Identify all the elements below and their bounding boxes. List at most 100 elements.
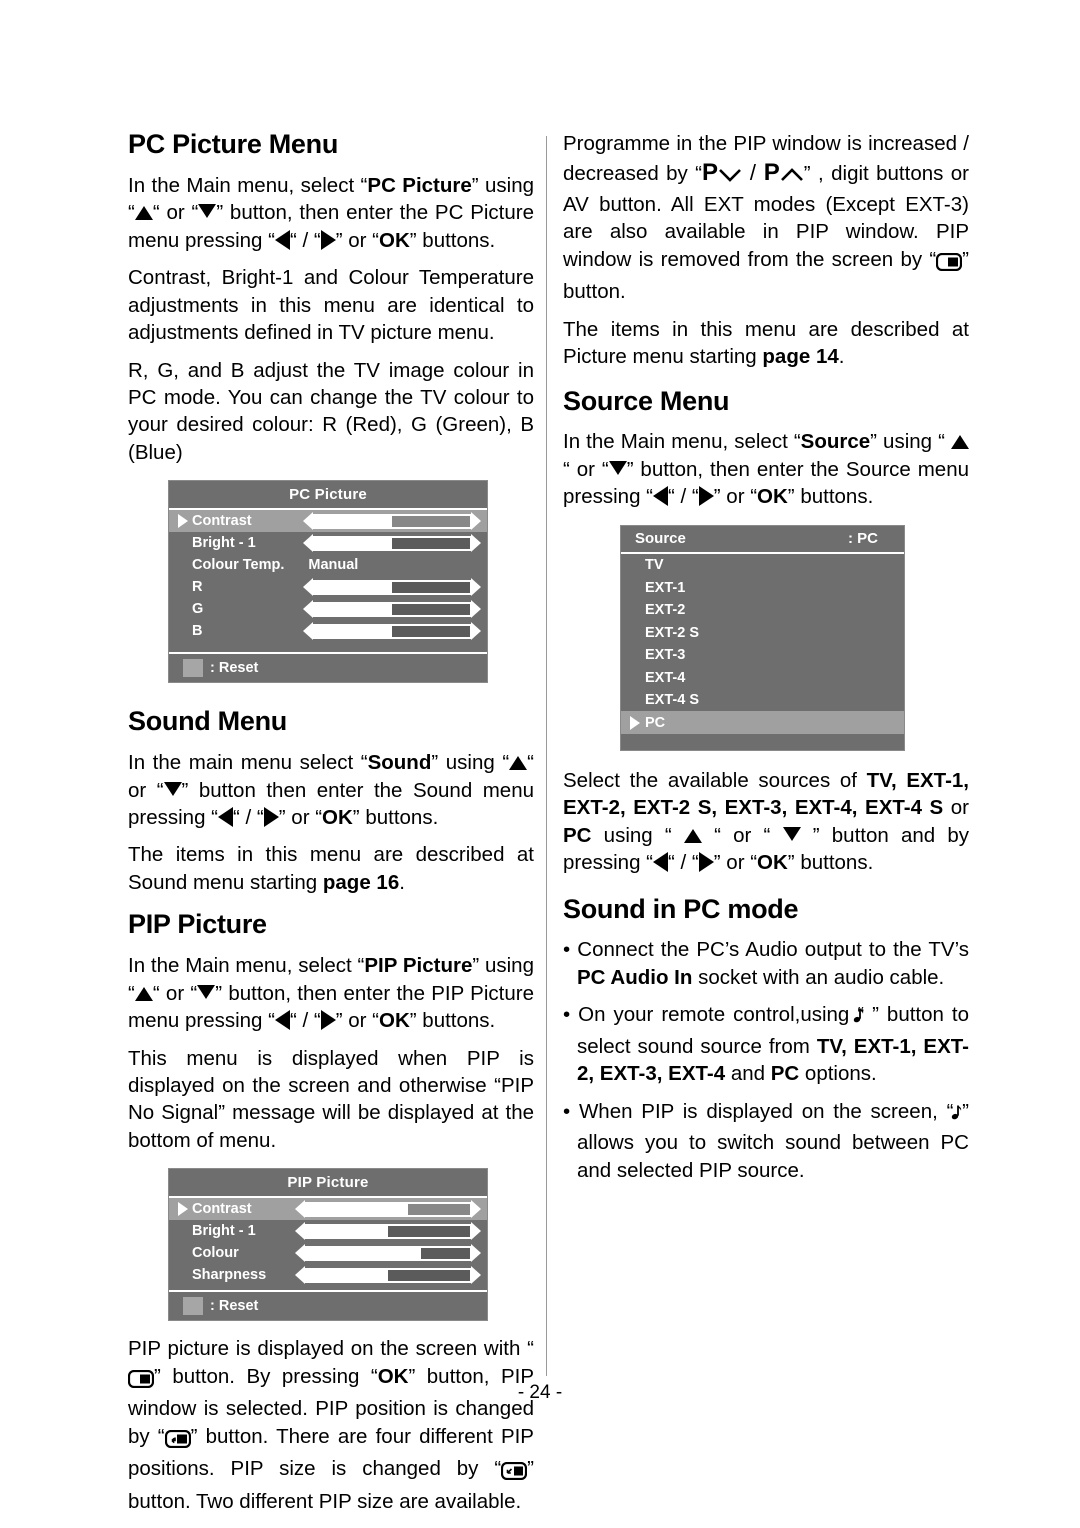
source-item-ext-2[interactable]: EXT-2: [621, 599, 904, 622]
pip-window-paragraph: Programme in the PIP window is increased…: [563, 132, 969, 304]
sound-pc-bullet-3: • When PIP is displayed on the screen, “…: [563, 1099, 969, 1182]
slider-increase-icon[interactable]: [471, 534, 481, 553]
down-arrow-icon: [197, 984, 216, 999]
right-arrow-icon: [320, 1010, 336, 1031]
slider-bright1[interactable]: [303, 534, 481, 553]
slider-increase-icon[interactable]: [471, 1222, 481, 1241]
slider-increase-icon[interactable]: [471, 1244, 481, 1263]
osd-footer-label: : Reset: [210, 660, 259, 677]
slider-pip-colour[interactable]: [295, 1244, 481, 1263]
osd-footer-label: : Reset: [210, 1298, 259, 1315]
osd-pip-picture-footer[interactable]: : Reset: [169, 1290, 487, 1321]
osd-pc-picture-footer[interactable]: : Reset: [169, 652, 487, 683]
osd-source-title: Source: [635, 529, 686, 547]
sound-menu-paragraph-1: In the main menu select “Sound” using ““…: [128, 751, 534, 829]
osd-row-value: Manual: [308, 557, 359, 574]
osd-source-tail: [621, 734, 904, 750]
source-item-label: EXT-4: [645, 669, 686, 686]
source-item-ext-4[interactable]: EXT-4: [621, 666, 904, 689]
selection-cursor-icon: [629, 715, 641, 730]
right-arrow-icon: [320, 229, 336, 250]
slider-g[interactable]: [303, 600, 481, 619]
osd-row-b[interactable]: B: [169, 620, 487, 642]
slider-increase-icon[interactable]: [471, 622, 481, 641]
pip-on-off-button-icon: [936, 251, 963, 278]
up-arrow-icon: [683, 828, 702, 843]
osd-row-label: B: [192, 623, 203, 640]
osd-row-bright1[interactable]: Bright - 1: [169, 532, 487, 554]
slider-pip-bright1[interactable]: [295, 1222, 481, 1241]
reset-colour-key-icon: [183, 1297, 203, 1316]
source-item-ext-4-s[interactable]: EXT-4 S: [621, 689, 904, 712]
osd-row-label: Colour Temp.: [192, 557, 285, 574]
pc-picture-menu-heading: PC Picture Menu: [128, 129, 339, 159]
left-arrow-icon: [653, 852, 669, 873]
sound-pc-bullet-1: • Connect the PC’s Audio output to the T…: [563, 938, 969, 989]
source-item-label: TV: [645, 557, 664, 574]
down-arrow-icon: [198, 204, 217, 219]
source-menu-paragraph-1: In the Main menu, select “Source” using …: [563, 430, 970, 509]
source-item-tv[interactable]: TV: [621, 554, 904, 577]
up-arrow-icon: [509, 756, 528, 771]
osd-row-label: Bright - 1: [192, 535, 256, 552]
source-item-label: PC: [645, 714, 666, 731]
pip-size-button-icon: [501, 1460, 528, 1487]
column-divider: [546, 136, 547, 1376]
slider-increase-icon[interactable]: [471, 578, 481, 597]
osd-spacer: [169, 642, 487, 652]
reset-colour-key-icon: [183, 659, 203, 678]
osd-row-pip-colour[interactable]: Colour: [169, 1242, 487, 1264]
osd-row-pip-contrast[interactable]: Contrast: [169, 1198, 487, 1221]
source-item-ext-2-s[interactable]: EXT-2 S: [621, 621, 904, 644]
osd-source: Source : PC TV EXT-1 EXT-2 EXT-2 S EXT-3…: [620, 524, 905, 751]
pip-picture-paragraph-1: In the Main menu, select “PIP Picture” u…: [128, 954, 534, 1033]
down-arrow-icon: [163, 781, 182, 796]
source-menu-heading: Source Menu: [563, 385, 730, 416]
osd-row-label: Bright - 1: [192, 1223, 256, 1240]
down-arrow-icon: [608, 460, 627, 475]
slider-contrast[interactable]: [303, 512, 481, 531]
source-item-label: EXT-2 S: [645, 624, 699, 641]
picture-menu-reference-paragraph: The items in this menu are described at …: [563, 317, 969, 369]
left-arrow-icon: [274, 229, 290, 250]
selection-cursor-icon: [177, 1202, 189, 1217]
osd-source-title-row: Source : PC: [621, 526, 904, 554]
down-arrow-icon: [782, 826, 801, 841]
left-arrow-icon: [218, 807, 234, 827]
source-item-pc[interactable]: PC: [621, 711, 904, 734]
page-number: - 24 -: [517, 1382, 563, 1403]
source-item-label: EXT-2: [645, 602, 686, 619]
up-arrow-icon: [134, 206, 153, 221]
left-arrow-icon: [653, 486, 669, 507]
slider-pip-sharpness[interactable]: [295, 1266, 481, 1285]
osd-pip-picture-title: PIP Picture: [169, 1169, 487, 1199]
osd-row-contrast[interactable]: Contrast: [169, 510, 487, 533]
slider-increase-icon[interactable]: [471, 600, 481, 619]
up-arrow-icon: [951, 435, 969, 450]
osd-row-pip-sharpness[interactable]: Sharpness: [169, 1264, 487, 1286]
source-item-ext-1[interactable]: EXT-1: [621, 576, 904, 599]
pc-picture-paragraph-1: In the Main menu, select “PC Picture” us…: [128, 173, 535, 252]
osd-row-label: Sharpness: [192, 1267, 267, 1284]
source-item-ext-3[interactable]: EXT-3: [621, 644, 904, 667]
osd-row-colour-temp[interactable]: Colour Temp. Manual: [169, 554, 487, 576]
osd-pc-picture: PC Picture Contrast Bright - 1 Colour Te…: [168, 480, 488, 684]
slider-r[interactable]: [303, 578, 481, 597]
left-arrow-icon: [274, 1010, 290, 1031]
pip-picture-heading: PIP Picture: [128, 909, 267, 940]
osd-row-r[interactable]: R: [169, 576, 487, 598]
manual-page: PC Picture Menu In the Main menu, select…: [0, 0, 1080, 1528]
slider-increase-icon[interactable]: [471, 1200, 481, 1219]
left-column: PC Picture Menu In the Main menu, select…: [127, 129, 535, 1525]
pc-picture-paragraph-2: Contrast, Bright-1 and Colour Temperatur…: [128, 266, 534, 345]
pip-picture-paragraph-2: This menu is displayed when PIP is displ…: [128, 1046, 534, 1152]
osd-row-label: R: [192, 579, 203, 596]
slider-increase-icon[interactable]: [471, 512, 481, 531]
osd-row-label: Colour: [192, 1245, 239, 1262]
source-item-label: EXT-4 S: [645, 692, 699, 709]
osd-row-g[interactable]: G: [169, 598, 487, 620]
slider-increase-icon[interactable]: [471, 1266, 481, 1285]
osd-row-pip-bright1[interactable]: Bright - 1: [169, 1220, 487, 1242]
slider-b[interactable]: [303, 622, 481, 641]
slider-pip-contrast[interactable]: [295, 1200, 481, 1219]
